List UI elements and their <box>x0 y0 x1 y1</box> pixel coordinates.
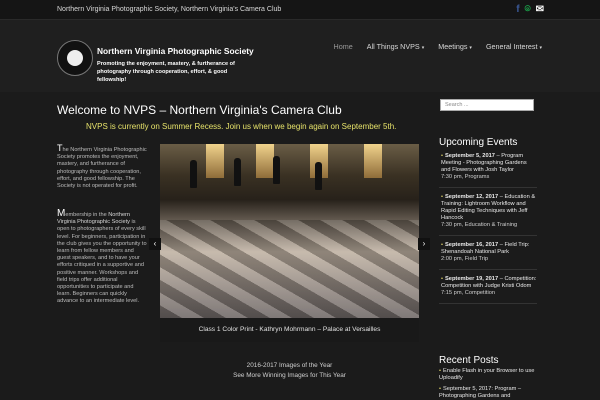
chevron-down-icon: ▾ <box>469 45 472 51</box>
nav-all-things-nvps[interactable]: All Things NVPS ▾ <box>367 42 425 51</box>
bullet: • <box>441 153 443 159</box>
chevron-down-icon: ▾ <box>539 45 542 51</box>
site-description: Promoting the enjoyment, mastery, & furt… <box>97 60 257 84</box>
palace-window <box>206 144 224 178</box>
tagline: Northern Virginia Photographic Society, … <box>57 6 282 13</box>
upcoming-events-heading: Upcoming Events <box>439 137 518 148</box>
page-title: Welcome to NVPS – Northern Virginia's Ca… <box>57 103 342 117</box>
slider-prev-icon[interactable]: ‹ <box>149 238 161 250</box>
site-title[interactable]: Northern Virginia Photographic Society <box>97 46 254 56</box>
membership-text-1: embership in the <box>65 212 109 218</box>
visitor-silhouette <box>234 158 241 186</box>
top-bar: Northern Virginia Photographic Society, … <box>0 0 600 20</box>
intro-paragraph: The Northern Virginia Photographic Socie… <box>57 144 149 190</box>
intro-text: he Northern Virginia Photographic Societ… <box>57 147 147 190</box>
post-item[interactable]: • Enable Flash in your Browser to use Upl… <box>439 368 537 382</box>
nav-general-interest-label: General Interest <box>485 42 538 51</box>
bullet: • <box>439 368 441 374</box>
search-input[interactable]: Search ... <box>440 99 534 111</box>
floor-pattern <box>160 220 419 318</box>
chevron-down-icon: ▾ <box>421 45 425 51</box>
recent-posts-heading: Recent Posts <box>439 355 499 366</box>
palace-window <box>256 144 274 178</box>
nav-meetings-label: Meetings <box>438 42 468 51</box>
bullet: • <box>441 194 443 200</box>
slider-caption-bar: Class 1 Color Print - Kathryn Mohrmann –… <box>160 318 419 342</box>
image-slider[interactable]: Class 1 Color Print - Kathryn Mohrmann –… <box>149 144 430 342</box>
membership-text-2: is open to photographers of every skill … <box>57 219 147 305</box>
bullet: • <box>441 242 443 248</box>
post-item[interactable]: • September 5, 2017: Program – Photograph… <box>439 386 537 400</box>
events-list: • September 5, 2017 – Program Meeting - P… <box>439 153 537 310</box>
slider-caption: Class 1 Color Print - Kathryn Mohrmann –… <box>198 326 381 333</box>
main-nav: Home All Things NVPS ▾ Meetings ▾ Genera… <box>334 42 542 51</box>
membership-paragraph: Membership in the Northern Virginia Phot… <box>57 209 149 306</box>
more-winning-images-link[interactable]: See More Winning Images for This Year <box>160 372 419 379</box>
social-links: f ⌾ ✉ <box>516 4 544 15</box>
event-date: September 16, 2017 <box>445 242 499 248</box>
event-item[interactable]: • September 16, 2017 – Field Trip: Shenan… <box>439 242 537 270</box>
event-meta: 2:00 pm, Field Trip <box>441 256 489 262</box>
logo-mark <box>67 50 83 66</box>
nav-general-interest[interactable]: General Interest ▾ <box>486 42 542 51</box>
facebook-icon[interactable]: f <box>516 4 519 15</box>
post-title: Enable Flash in your Browser to use Uplo… <box>439 368 535 381</box>
location-icon[interactable]: ⌾ <box>525 4 531 15</box>
site-header: Northern Virginia Photographic Society P… <box>0 20 600 92</box>
visitor-silhouette <box>190 160 197 188</box>
recess-notice: NVPS is currently on Summer Recess. Join… <box>86 122 397 131</box>
event-date: September 12, 2017 <box>445 194 499 200</box>
recent-posts-list: • Enable Flash in your Browser to use Upl… <box>439 368 537 400</box>
slider-photo <box>160 144 419 318</box>
nav-all-things-nvps-label: All Things NVPS <box>366 42 420 51</box>
nav-home[interactable]: Home <box>334 42 353 51</box>
site-description-line-1: Promoting the enjoyment, mastery, & furt… <box>97 61 235 67</box>
event-meta: 7:30 pm, Programs <box>441 174 490 180</box>
event-meta: 7:15 pm, Competition <box>441 290 496 296</box>
event-item[interactable]: • September 19, 2017 – Competition: Compe… <box>439 276 537 304</box>
nav-meetings[interactable]: Meetings ▾ <box>438 42 472 51</box>
event-item[interactable]: • September 12, 2017 – Education & Traini… <box>439 194 537 236</box>
slider-next-icon[interactable]: › <box>418 238 430 250</box>
site-description-line-2: photography through cooperation, effort,… <box>97 69 228 83</box>
visitor-silhouette <box>315 162 322 190</box>
event-item[interactable]: • September 5, 2017 – Program Meeting - P… <box>439 153 537 188</box>
mail-icon[interactable]: ✉ <box>536 4 544 15</box>
event-date: September 5, 2017 <box>445 153 495 159</box>
event-meta: 7:30 pm, Education & Training <box>441 222 518 228</box>
bullet: • <box>441 276 443 282</box>
post-title: September 5, 2017: Program – Photographi… <box>439 386 522 399</box>
palace-window <box>364 144 382 178</box>
visitor-silhouette <box>273 156 280 184</box>
club-logo[interactable] <box>57 40 93 76</box>
event-date: September 19, 2017 <box>445 276 499 282</box>
bullet: • <box>439 386 441 392</box>
images-of-year-link[interactable]: 2016-2017 Images of the Year <box>160 362 419 369</box>
